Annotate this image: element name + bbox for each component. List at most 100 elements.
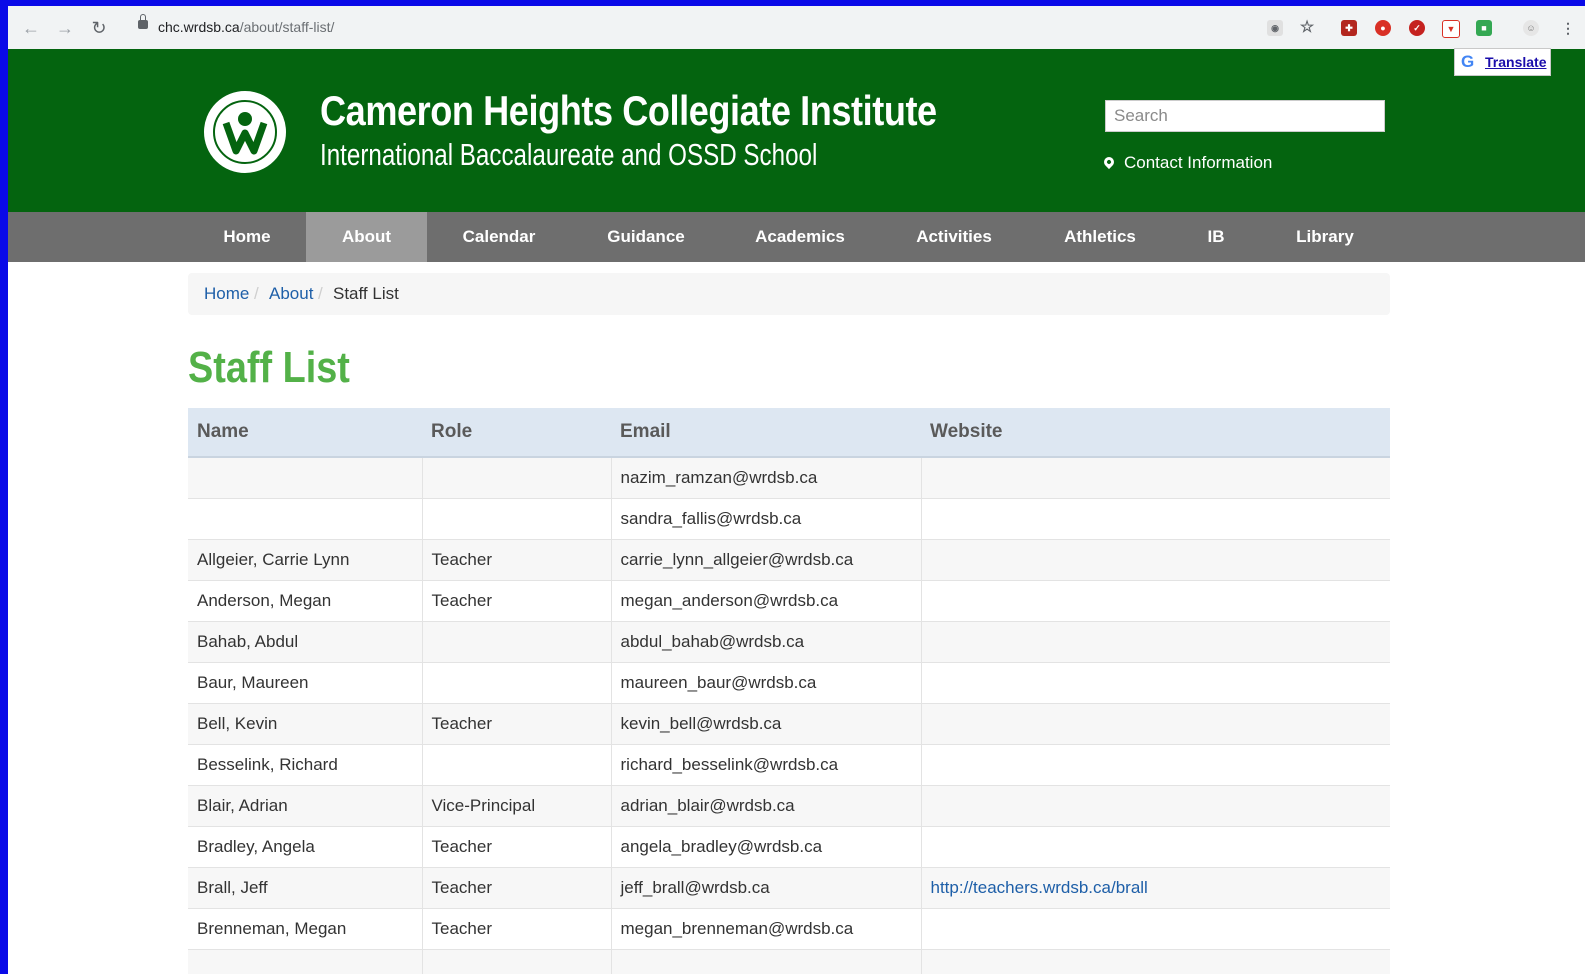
address-bar[interactable]: chc.wrdsb.ca/about/staff-list/ <box>122 12 1262 43</box>
staff-name: Bahab, Abdul <box>188 621 423 663</box>
staff-email: adrian_blair@wrdsb.ca <box>611 785 922 827</box>
table-row: Bradley, Angela Teacher angela_bradley@w… <box>188 826 1390 868</box>
staff-website <box>921 785 1390 827</box>
nav-item-calendar[interactable]: Calendar <box>427 212 571 262</box>
staff-website <box>921 662 1390 704</box>
google-g-icon: G <box>1461 52 1475 71</box>
nav-item-athletics[interactable]: Athletics <box>1029 212 1171 262</box>
bookmark-star-icon[interactable]: ☆ <box>1299 20 1315 36</box>
breadcrumb-separator: / <box>318 284 323 303</box>
translate-widget[interactable]: G Translate <box>1454 48 1551 76</box>
staff-website <box>921 826 1390 868</box>
vivaldi-extension-icon[interactable]: ✓ <box>1409 20 1425 36</box>
column-header-email[interactable]: Email <box>611 408 921 458</box>
forward-arrow-icon[interactable]: → <box>54 17 76 39</box>
nav-item-about[interactable]: About <box>306 212 427 262</box>
table-header-row: Name Role Email Website <box>188 408 1390 458</box>
site-title[interactable]: Cameron Heights Collegiate Institute <box>320 87 937 135</box>
table-row: Baur, Maureen maureen_baur@wrdsb.ca <box>188 662 1390 704</box>
breadcrumb-home[interactable]: Home <box>204 273 249 315</box>
staff-role <box>422 456 612 499</box>
staff-website <box>921 703 1390 745</box>
staff-email: sandra_fallis@wrdsb.ca <box>611 498 922 540</box>
breadcrumb-separator: / <box>254 284 259 303</box>
column-header-name[interactable]: Name <box>188 408 422 458</box>
nav-item-academics[interactable]: Academics <box>721 212 879 262</box>
staff-email <box>611 949 922 974</box>
staff-email: angela_bradley@wrdsb.ca <box>611 826 922 868</box>
browser-toolbar: ← → ↻ chc.wrdsb.ca/about/staff-list/ ◉ ☆… <box>8 6 1585 50</box>
nav-item-library[interactable]: Library <box>1261 212 1389 262</box>
staff-name <box>188 949 423 974</box>
staff-role <box>422 662 612 704</box>
contact-label: Contact Information <box>1124 153 1273 172</box>
staff-website <box>921 908 1390 950</box>
pocket-extension-icon[interactable]: ▼ <box>1442 20 1460 38</box>
staff-website <box>921 456 1390 499</box>
nav-item-activities[interactable]: Activities <box>879 212 1029 262</box>
site-settings-icon[interactable]: ◉ <box>1267 20 1283 36</box>
staff-role <box>422 498 612 540</box>
staff-email: megan_anderson@wrdsb.ca <box>611 580 922 622</box>
staff-email: richard_besselink@wrdsb.ca <box>611 744 922 786</box>
menu-dots-icon[interactable]: ⋮ <box>1560 20 1576 36</box>
page-title: Staff List <box>188 343 350 392</box>
table-row: Brenneman, Megan Teacher megan_brenneman… <box>188 908 1390 950</box>
map-pin-icon <box>1101 154 1117 170</box>
staff-name: Blair, Adrian <box>188 785 423 827</box>
search-input[interactable] <box>1105 100 1385 132</box>
staff-email: jeff_brall@wrdsb.ca <box>611 867 922 909</box>
staff-website-link[interactable]: http://teachers.wrdsb.ca/brall <box>921 867 1390 909</box>
staff-website <box>921 744 1390 786</box>
browser-window: ← → ↻ chc.wrdsb.ca/about/staff-list/ ◉ ☆… <box>8 6 1585 974</box>
staff-name: Bell, Kevin <box>188 703 423 745</box>
staff-role: Teacher <box>422 539 612 581</box>
google-extension-icon[interactable]: ■ <box>1476 20 1492 36</box>
staff-role: Teacher <box>422 703 612 745</box>
staff-website <box>921 498 1390 540</box>
staff-role: Teacher <box>422 580 612 622</box>
staff-name: Anderson, Megan <box>188 580 423 622</box>
staff-email: nazim_ramzan@wrdsb.ca <box>611 456 922 499</box>
staff-role: Vice-Principal <box>422 785 612 827</box>
breadcrumb: Home / About / Staff List <box>188 273 1390 315</box>
table-row: Blair, Adrian Vice-Principal adrian_blai… <box>188 785 1390 827</box>
staff-name <box>188 498 423 540</box>
staff-name: Baur, Maureen <box>188 662 423 704</box>
breadcrumb-about[interactable]: About <box>269 273 313 315</box>
nav-item-home[interactable]: Home <box>188 212 306 262</box>
column-header-role[interactable]: Role <box>422 408 611 458</box>
staff-website <box>921 539 1390 581</box>
school-board-logo[interactable] <box>204 91 286 173</box>
pdf-extension-icon[interactable]: ✚ <box>1341 20 1357 36</box>
table-row: Anderson, Megan Teacher megan_anderson@w… <box>188 580 1390 622</box>
url-text: chc.wrdsb.ca/about/staff-list/ <box>158 19 334 35</box>
nav-item-ib[interactable]: IB <box>1171 212 1261 262</box>
staff-email: kevin_bell@wrdsb.ca <box>611 703 922 745</box>
contact-information-link[interactable]: Contact Information <box>1101 153 1273 173</box>
logo-emblem-icon <box>222 112 268 155</box>
url-path: /about/staff-list/ <box>239 19 335 35</box>
nav-item-guidance[interactable]: Guidance <box>571 212 721 262</box>
staff-email: megan_brenneman@wrdsb.ca <box>611 908 922 950</box>
profile-avatar-icon[interactable]: ☺ <box>1523 20 1539 36</box>
staff-email: abdul_bahab@wrdsb.ca <box>611 621 922 663</box>
staff-role: Teacher <box>422 908 612 950</box>
staff-name: Brenneman, Megan <box>188 908 423 950</box>
table-row: nazim_ramzan@wrdsb.ca <box>188 456 1390 499</box>
table-row-partial <box>188 949 1390 974</box>
column-header-website[interactable]: Website <box>921 408 1390 458</box>
table-row: Besselink, Richard richard_besselink@wrd… <box>188 744 1390 786</box>
adblock-extension-icon[interactable]: ● <box>1375 20 1391 36</box>
staff-name: Brall, Jeff <box>188 867 423 909</box>
staff-website <box>921 580 1390 622</box>
translate-link[interactable]: Translate <box>1485 54 1546 70</box>
staff-role <box>422 949 612 974</box>
reload-icon[interactable]: ↻ <box>88 17 110 39</box>
staff-email: carrie_lynn_allgeier@wrdsb.ca <box>611 539 922 581</box>
back-arrow-icon[interactable]: ← <box>20 17 42 39</box>
staff-name: Besselink, Richard <box>188 744 423 786</box>
staff-role: Teacher <box>422 867 612 909</box>
staff-role <box>422 621 612 663</box>
lock-icon <box>138 14 148 29</box>
